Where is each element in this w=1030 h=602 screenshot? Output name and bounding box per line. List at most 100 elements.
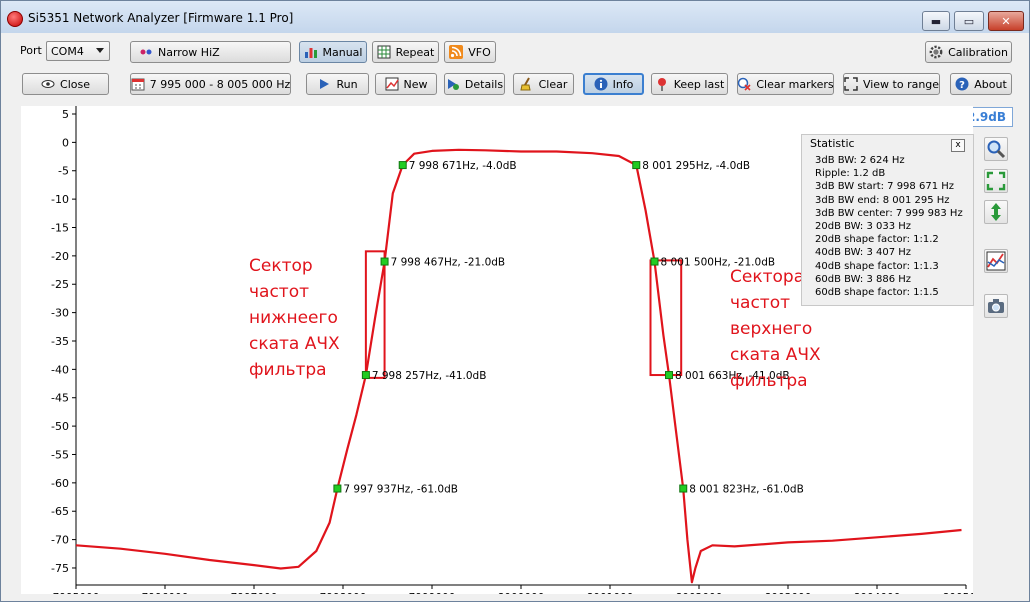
repeat-button[interactable]: Repeat xyxy=(372,41,439,63)
y-tick-label: -40 xyxy=(51,363,69,376)
y-tick-label: -75 xyxy=(51,562,69,575)
frequency-range-button[interactable]: 7 995 000 - 8 005 000 Hz xyxy=(130,73,291,95)
x-tick-label: 7999000 xyxy=(409,592,456,594)
x-tick-label: 8001000 xyxy=(587,592,634,594)
marker-point[interactable] xyxy=(361,371,370,380)
camera-icon xyxy=(988,299,1004,313)
manual-label: Manual xyxy=(322,45,363,59)
y-tick-label: -60 xyxy=(51,477,69,490)
frequency-range-label: 7 995 000 - 8 005 000 Hz xyxy=(149,77,291,91)
app-window: Si5351 Network Analyzer [Firmware 1.1 Pr… xyxy=(0,0,1030,602)
vertical-fit-icon xyxy=(991,203,1001,221)
clear-label: Clear xyxy=(538,77,568,91)
signal-waves-icon xyxy=(449,45,464,59)
eye-icon xyxy=(41,77,55,91)
repeat-label: Repeat xyxy=(395,45,435,59)
keep-last-button[interactable]: Keep last xyxy=(651,73,728,95)
annotation-text-line: частот xyxy=(249,282,309,302)
about-button[interactable]: ? About xyxy=(950,73,1012,95)
statistic-title: Statistic xyxy=(810,137,855,150)
run-button[interactable]: Run xyxy=(306,73,369,95)
clear-markers-button[interactable]: Clear markers xyxy=(737,73,834,95)
details-label: Details xyxy=(464,77,504,91)
clear-markers-label: Clear markers xyxy=(756,77,834,91)
vertical-fit-button[interactable] xyxy=(984,200,1008,224)
annotation-text-line: фильтра xyxy=(249,360,327,380)
window-title: Si5351 Network Analyzer [Firmware 1.1 Pr… xyxy=(28,11,294,25)
annotation-text-line: ската АЧХ xyxy=(249,334,340,354)
clear-markers-icon xyxy=(737,77,751,91)
marker-point[interactable] xyxy=(632,161,641,170)
port-value: COM4 xyxy=(51,44,84,58)
fit-button[interactable] xyxy=(984,169,1008,193)
annotation-text-line: Сектора xyxy=(730,267,804,287)
clear-button[interactable]: Clear xyxy=(513,73,574,95)
y-tick-label: -65 xyxy=(51,505,69,518)
marker-label: 7 998 671Hz, -4.0dB xyxy=(409,160,517,172)
manual-button[interactable]: Manual xyxy=(299,41,367,63)
y-tick-label: -10 xyxy=(51,193,69,206)
view-to-range-label: View to range xyxy=(862,77,940,91)
y-tick-label: -35 xyxy=(51,335,69,348)
marker-point[interactable] xyxy=(380,257,389,266)
marker-point[interactable] xyxy=(333,484,342,493)
zoom-button[interactable] xyxy=(984,137,1008,161)
stat-line: 3dB BW center: 7 999 983 Hz xyxy=(815,207,963,219)
grid-chart-icon xyxy=(377,45,391,59)
calibration-label: Calibration xyxy=(948,45,1008,59)
info-label: Info xyxy=(612,77,634,91)
probe-mode-button[interactable]: Narrow HiZ xyxy=(130,41,291,63)
marker-point[interactable] xyxy=(650,257,659,266)
annotation-text-line: фильтра xyxy=(730,371,808,391)
calibration-button[interactable]: Calibration xyxy=(925,41,1012,63)
chevron-down-icon xyxy=(96,48,104,53)
help-icon: ? xyxy=(955,77,969,91)
info-icon xyxy=(594,77,608,91)
details-play-icon xyxy=(446,77,460,91)
x-tick-label: 8005000 xyxy=(943,592,973,594)
statistic-close-button[interactable]: x xyxy=(951,139,965,152)
port-select[interactable]: COM4 xyxy=(46,41,110,61)
vfo-button[interactable]: VFO xyxy=(444,41,496,63)
x-tick-label: 8000000 xyxy=(498,592,545,594)
keep-last-label: Keep last xyxy=(673,77,725,91)
view-to-range-button[interactable]: View to range xyxy=(843,73,940,95)
marker-label: 8 001 823Hz, -61.0dB xyxy=(689,484,804,496)
stat-line: 20dB shape factor: 1:1.2 xyxy=(815,234,939,246)
screenshot-button[interactable] xyxy=(984,294,1008,318)
svg-text:?: ? xyxy=(959,80,965,91)
marker-point[interactable] xyxy=(679,484,688,493)
y-tick-label: 0 xyxy=(62,136,69,149)
y-tick-label: -30 xyxy=(51,307,69,320)
new-button[interactable]: New xyxy=(375,73,437,95)
marker-point[interactable] xyxy=(665,371,674,380)
stat-line: 3dB BW end: 8 001 295 Hz xyxy=(815,194,950,206)
maximize-button[interactable]: ▭ xyxy=(954,11,984,31)
details-button[interactable]: Details xyxy=(444,73,505,95)
x-tick-label: 7995000 xyxy=(53,592,100,594)
calendar-icon xyxy=(131,77,145,91)
close-button[interactable]: Close xyxy=(22,73,109,95)
title-bar[interactable]: Si5351 Network Analyzer [Firmware 1.1 Pr… xyxy=(1,1,1029,33)
app-logo-icon xyxy=(7,11,23,27)
y-tick-label: 5 xyxy=(62,108,69,121)
statistic-lines: 3dB BW: 2 624 Hz Ripple: 1.2 dB 3dB BW s… xyxy=(815,154,963,299)
marker-label: 7 997 937Hz, -61.0dB xyxy=(343,484,458,496)
marker-point[interactable] xyxy=(398,161,407,170)
info-button[interactable]: Info xyxy=(583,73,644,95)
stat-line: 20dB BW: 3 033 Hz xyxy=(815,221,912,233)
x-tick-label: 8003000 xyxy=(765,592,812,594)
marker-label: 7 998 257Hz, -41.0dB xyxy=(372,370,487,382)
about-label: About xyxy=(974,77,1007,91)
y-tick-label: -55 xyxy=(51,448,69,461)
expand-arrows-icon xyxy=(844,77,858,91)
port-label: Port xyxy=(20,44,42,57)
x-tick-label: 8002000 xyxy=(676,592,723,594)
close-window-button[interactable]: ✕ xyxy=(988,11,1024,31)
probe-mode-label: Narrow HiZ xyxy=(158,45,220,59)
chart-tool-button[interactable] xyxy=(984,249,1008,273)
annotation-text-line: нижнеего xyxy=(249,308,338,328)
x-tick-label: 7996000 xyxy=(142,592,189,594)
play-icon xyxy=(317,77,331,91)
minimize-button[interactable]: ▬ xyxy=(922,11,950,31)
